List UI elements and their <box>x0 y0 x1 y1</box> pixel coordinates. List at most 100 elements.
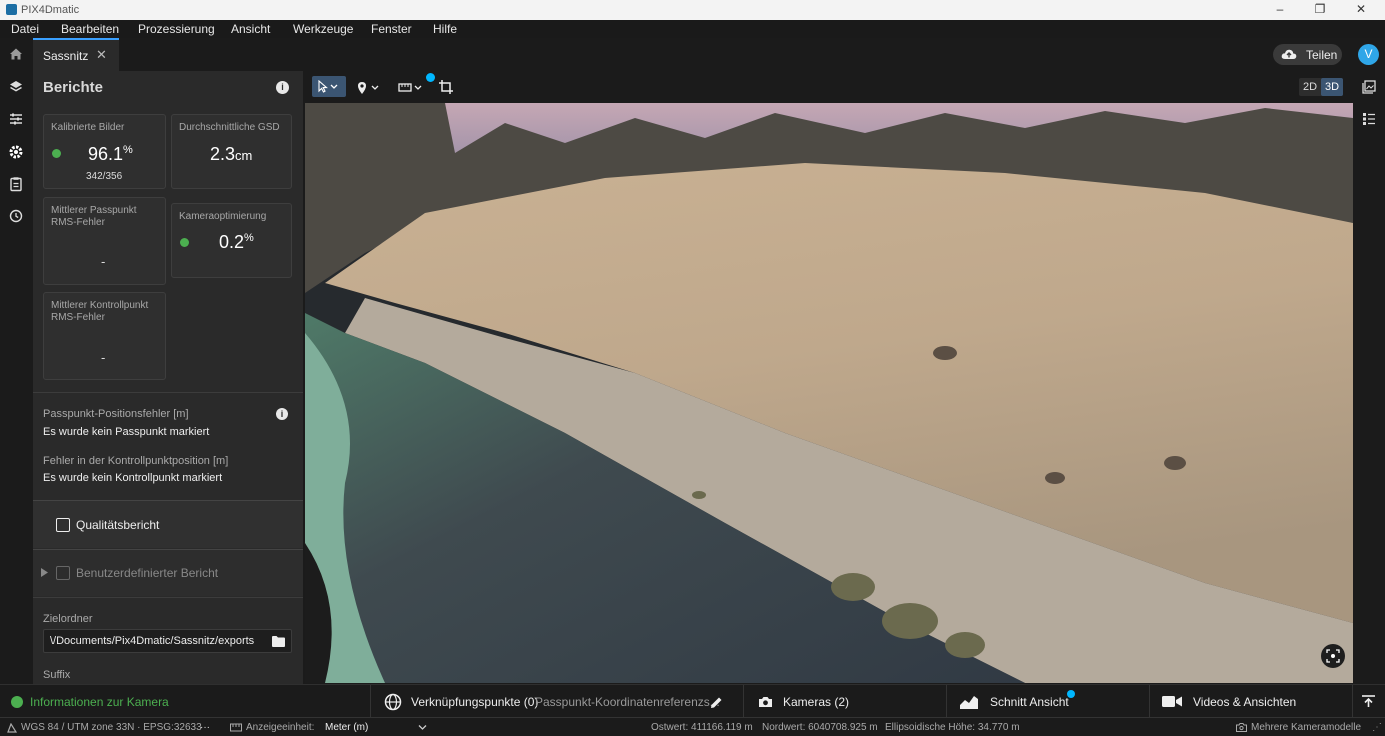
restore-icon[interactable]: ❐ <box>1313 2 1327 16</box>
point-cloud-scene <box>305 103 1353 683</box>
report-clipboard-icon[interactable] <box>8 176 24 192</box>
check-ok-icon <box>180 238 189 247</box>
easting-readout: Ostwert: 411166.119 m <box>651 722 753 733</box>
northing-readout: Nordwert: 6040708.925 m <box>762 722 878 733</box>
home-icon[interactable] <box>9 47 23 61</box>
focus-target-icon <box>1326 649 1340 663</box>
crop-tool-icon[interactable] <box>439 80 454 95</box>
unit-value[interactable]: Meter (m) <box>325 722 368 733</box>
share-button[interactable]: Teilen <box>1273 44 1342 65</box>
resize-grip-icon[interactable]: ⋰ <box>1372 722 1382 733</box>
video-camera-icon <box>1162 696 1182 707</box>
card-label: Durchschnittliche GSD <box>179 122 280 133</box>
image-gallery-icon[interactable] <box>1362 80 1376 94</box>
select-tool-button[interactable] <box>312 76 346 97</box>
gear-icon[interactable] <box>8 144 24 160</box>
cursor-chevron-icon <box>318 80 338 93</box>
videos-tab[interactable]: Videos & Ansichten <box>1150 685 1352 718</box>
custom-report-row: Benutzerdefinierter Bericht <box>33 549 303 596</box>
app-logo-icon <box>6 4 17 15</box>
card-label: Kameraoptimierung <box>179 211 267 222</box>
check-ok-icon <box>11 696 23 708</box>
3d-viewport[interactable] <box>305 103 1353 683</box>
chevron-down-icon[interactable] <box>418 724 427 731</box>
notification-dot <box>426 73 435 82</box>
check-ok-icon <box>52 149 61 158</box>
camera-models-label: Mehrere Kameramodelle <box>1251 722 1362 733</box>
crs-label[interactable]: WGS 84 / UTM zone 33N · EPSG:32633 <box>21 722 202 733</box>
folder-path: \/Documents/Pix4Dmatic/Sassnitz/exports <box>50 635 255 647</box>
section-view-label: Schnitt Ansicht <box>990 695 1069 709</box>
folder-input[interactable]: \/Documents/Pix4Dmatic/Sassnitz/exports <box>43 629 292 653</box>
divider <box>1352 685 1353 718</box>
menu-werkzeuge[interactable]: Werkzeuge <box>293 22 353 36</box>
menu-datei[interactable]: Datei <box>11 22 39 36</box>
expand-panel-icon[interactable] <box>1362 695 1375 708</box>
avatar[interactable]: V <box>1358 44 1379 65</box>
tiepoints-label: Verknüpfungspunkte (0) <box>411 695 539 709</box>
gcp-rms-value: - <box>101 254 106 269</box>
camera-info-tab[interactable]: Informationen zur Kamera <box>0 685 370 718</box>
window-titlebar: PIX4Dmatic – ❐ ✕ <box>0 0 1385 20</box>
mode-3d-button[interactable]: 3D <box>1321 78 1343 96</box>
mode-2d-button[interactable]: 2D <box>1299 78 1321 96</box>
minimize-icon[interactable]: – <box>1273 2 1287 16</box>
layers-icon[interactable] <box>8 79 24 95</box>
sliders-icon[interactable] <box>8 111 24 127</box>
quality-report-label: Qualitätsbericht <box>76 518 160 532</box>
tab-close-icon[interactable]: ✕ <box>96 47 107 63</box>
card-calibrated-images: Kalibrierte Bilder 96.1% 342/356 <box>43 114 166 189</box>
card-label: Kalibrierte Bilder <box>51 122 125 133</box>
info-icon[interactable]: i <box>276 81 289 94</box>
tiepoints-tab[interactable]: Verknüpfungspunkte (0) Passpunkt-Koordin… <box>371 685 743 718</box>
recenter-view-button[interactable] <box>1321 644 1345 668</box>
custom-report-checkbox[interactable] <box>56 566 70 580</box>
cameras-tab[interactable]: Kameras (2) <box>744 685 946 718</box>
cam-opt-value: 0.2% <box>219 232 254 252</box>
close-window-icon[interactable]: ✕ <box>1354 2 1368 16</box>
tab-label: Sassnitz <box>43 49 89 63</box>
panel-title: Berichte <box>43 79 104 96</box>
divider <box>33 392 303 393</box>
view-mode-toggle: 2D 3D <box>1299 78 1343 96</box>
card-label: Mittlerer Passpunkt RMS-Fehler <box>51 205 137 228</box>
history-icon[interactable] <box>8 208 24 224</box>
camera-models-icon <box>1236 723 1247 732</box>
window-title: PIX4Dmatic <box>21 4 80 16</box>
menu-hilfe[interactable]: Hilfe <box>433 22 457 36</box>
camera-icon <box>759 697 772 707</box>
edit-pencil-icon[interactable] <box>710 696 723 709</box>
card-camera-optimization: Kameraoptimierung 0.2% <box>171 203 292 278</box>
menu-bearbeiten[interactable]: Bearbeiten <box>61 22 119 36</box>
section-view-tab[interactable]: Schnitt Ansicht <box>947 685 1149 718</box>
more-options[interactable]: ··· <box>200 722 210 733</box>
calibrated-value: 96.1% <box>88 144 133 164</box>
gsd-value: 2.3cm <box>210 144 253 164</box>
ckp-pos-value: Es wurde kein Kontrollpunkt markiert <box>43 472 223 484</box>
folder-label: Zielordner <box>43 613 93 625</box>
cloud-upload-icon <box>1281 49 1297 59</box>
ckp-rms-value: - <box>101 350 106 365</box>
card-gsd: Durchschnittliche GSD 2.3cm <box>171 114 292 189</box>
info-icon[interactable]: i <box>276 408 288 420</box>
viewport-toolbar: 2D 3D <box>305 71 1353 103</box>
right-rail <box>1353 71 1385 684</box>
camera-info-label: Informationen zur Kamera <box>30 695 169 709</box>
menu-ansicht[interactable]: Ansicht <box>231 22 270 36</box>
tab-bar: Sassnitz ✕ Teilen V <box>0 38 1385 71</box>
expand-triangle-icon[interactable] <box>41 568 48 577</box>
tab-sassnitz[interactable]: Sassnitz ✕ <box>33 38 119 71</box>
folder-icon[interactable] <box>272 636 285 647</box>
card-label: Mittlerer Kontrollpunkt RMS-Fehler <box>51 300 149 323</box>
card-gcp-rms: Mittlerer Passpunkt RMS-Fehler - <box>43 197 166 285</box>
list-view-icon[interactable] <box>1362 112 1376 126</box>
share-label: Teilen <box>1306 48 1338 62</box>
marker-tool-icon[interactable] <box>357 81 383 95</box>
quality-report-checkbox[interactable] <box>56 518 70 532</box>
menu-prozessierung[interactable]: Prozessierung <box>138 22 215 36</box>
measure-tool-icon[interactable] <box>398 81 426 95</box>
ruler-icon <box>230 723 242 732</box>
menu-fenster[interactable]: Fenster <box>371 22 412 36</box>
gcp-pos-value: Es wurde kein Passpunkt markiert <box>43 426 210 438</box>
notification-dot <box>1067 690 1075 698</box>
